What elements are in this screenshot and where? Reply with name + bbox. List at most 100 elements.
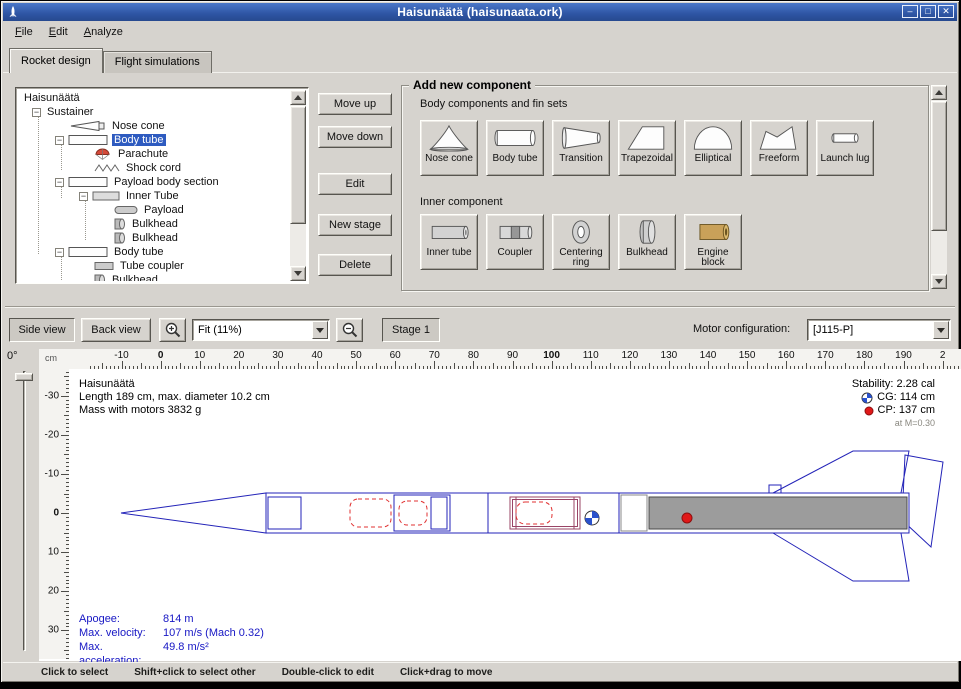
component-tree[interactable]: Haisunäätä Sustainer Nose cone Body tube… — [18, 90, 290, 281]
tree-scrollbar[interactable] — [290, 90, 306, 281]
scrollbar-thumb[interactable] — [931, 101, 947, 231]
maximize-button[interactable]: □ — [920, 5, 936, 18]
zoom-in-icon — [164, 321, 182, 339]
scrollbar-thumb[interactable] — [290, 106, 306, 224]
component-scrollbar[interactable] — [931, 85, 947, 289]
add-trapezoidal-fin-button[interactable]: Trapezoidal — [618, 120, 676, 176]
edit-button[interactable]: Edit — [318, 173, 392, 195]
freeform-fin-icon — [756, 124, 802, 152]
scroll-down-icon[interactable] — [290, 266, 306, 281]
tree-item[interactable]: Body tube — [18, 133, 290, 147]
engine-block-icon — [690, 218, 736, 246]
scroll-up-icon[interactable] — [290, 90, 306, 105]
ruler-label: 40 — [311, 350, 322, 361]
ruler-tick — [61, 435, 69, 436]
menu-edit[interactable]: Edit — [41, 23, 76, 41]
add-component-group: Add new component Body components and fi… — [401, 85, 929, 291]
ruler-tick — [61, 474, 69, 475]
ruler-label: 130 — [661, 350, 678, 361]
add-nose-cone-button[interactable]: Nose cone — [420, 120, 478, 176]
ruler-label: 110 — [583, 350, 599, 361]
tree-item[interactable]: Payload — [18, 203, 290, 217]
new-stage-button[interactable]: New stage — [318, 214, 392, 236]
collapse-handle-icon[interactable] — [55, 136, 64, 145]
zoom-level-select[interactable]: Fit (11%) — [192, 319, 330, 341]
add-transition-button[interactable]: Transition — [552, 120, 610, 176]
mach-note: at M=0.30 — [895, 417, 935, 430]
add-engine-block-button[interactable]: Engine block — [684, 214, 742, 270]
ruler-tick — [513, 361, 514, 369]
chevron-down-icon[interactable] — [933, 321, 949, 339]
ruler-tick — [317, 361, 318, 369]
stage-1-toggle[interactable]: Stage 1 — [382, 318, 440, 342]
add-elliptical-fin-button[interactable]: Elliptical — [684, 120, 742, 176]
titlebar[interactable]: Haisunäätä (haisunaata.ork) – □ ✕ — [3, 3, 957, 21]
ruler-label: 170 — [817, 350, 834, 361]
zoom-out-icon — [341, 321, 359, 339]
cg-icon — [861, 392, 873, 404]
add-coupler-button[interactable]: Coupler — [486, 214, 544, 270]
tree-item[interactable]: Tube coupler — [18, 259, 290, 273]
ruler-label: 60 — [390, 350, 401, 361]
delete-button[interactable]: Delete — [318, 254, 392, 276]
collapse-handle-icon[interactable] — [55, 178, 64, 187]
add-inner-tube-button[interactable]: Inner tube — [420, 214, 478, 270]
ruler-tick — [61, 396, 69, 397]
ruler-tick — [747, 361, 748, 369]
scroll-down-icon[interactable] — [931, 274, 947, 289]
ruler-tick — [825, 361, 826, 369]
tree-item[interactable]: Shock cord — [18, 161, 290, 175]
component-tree-panel: Haisunäätä Sustainer Nose cone Body tube… — [15, 87, 309, 284]
body-tube-icon — [492, 124, 538, 152]
close-button[interactable]: ✕ — [938, 5, 954, 18]
tree-item[interactable]: Bulkhead — [18, 231, 290, 245]
add-freeform-fin-button[interactable]: Freeform — [750, 120, 808, 176]
back-view-button[interactable]: Back view — [81, 318, 151, 342]
ruler-label: 0 — [158, 350, 164, 361]
collapse-handle-icon[interactable] — [55, 248, 64, 257]
chevron-down-icon[interactable] — [312, 321, 328, 339]
ruler-label: -10 — [45, 468, 59, 479]
ruler-label: 100 — [543, 350, 560, 361]
ruler-tick — [630, 361, 631, 369]
minimize-button[interactable]: – — [902, 5, 918, 18]
add-launch-lug-button[interactable]: Launch lug — [816, 120, 874, 176]
tree-item[interactable]: Sustainer — [18, 105, 290, 119]
tree-item[interactable]: Bulkhead — [18, 273, 290, 281]
menu-analyze[interactable]: Analyze — [76, 23, 131, 41]
move-up-button[interactable]: Move up — [318, 93, 392, 115]
zoom-out-button[interactable] — [336, 318, 363, 342]
side-view-button[interactable]: Side view — [9, 318, 75, 342]
tree-item[interactable]: Haisunäätä — [18, 91, 290, 105]
coupler-icon — [492, 218, 538, 246]
centering-ring-icon — [558, 218, 604, 246]
rotation-slider[interactable] — [23, 371, 26, 651]
add-body-tube-button[interactable]: Body tube — [486, 120, 544, 176]
fin-lower — [773, 533, 909, 581]
tree-item[interactable]: Nose cone — [18, 119, 290, 133]
fin-upper — [773, 451, 909, 493]
zoom-in-button[interactable] — [159, 318, 186, 342]
move-down-button[interactable]: Move down — [318, 126, 392, 148]
inner-tube-icon — [426, 218, 472, 246]
collapse-handle-icon[interactable] — [79, 192, 88, 201]
panel-divider[interactable] — [5, 306, 955, 308]
tree-item[interactable]: Parachute — [18, 147, 290, 161]
tree-item[interactable]: Bulkhead — [18, 217, 290, 231]
tree-item[interactable]: Inner Tube — [18, 189, 290, 203]
scroll-up-icon[interactable] — [931, 85, 947, 100]
collapse-handle-icon[interactable] — [32, 108, 41, 117]
ruler-label: 140 — [700, 350, 717, 361]
menu-file[interactable]: File — [7, 23, 41, 41]
nose-cone-outline — [121, 493, 266, 533]
tab-flight-simulations[interactable]: Flight simulations — [103, 51, 212, 73]
nose-cone-icon — [426, 124, 472, 152]
add-bulkhead-button[interactable]: Bulkhead — [618, 214, 676, 270]
rotation-slider-thumb[interactable] — [15, 373, 33, 381]
add-centering-ring-button[interactable]: Centering ring — [552, 214, 610, 270]
tree-item[interactable]: Payload body section — [18, 175, 290, 189]
tab-rocket-design[interactable]: Rocket design — [9, 48, 103, 73]
ruler-tick — [904, 361, 905, 369]
motor-config-select[interactable]: [J115-P] — [807, 319, 951, 341]
tree-item[interactable]: Body tube — [18, 245, 290, 259]
